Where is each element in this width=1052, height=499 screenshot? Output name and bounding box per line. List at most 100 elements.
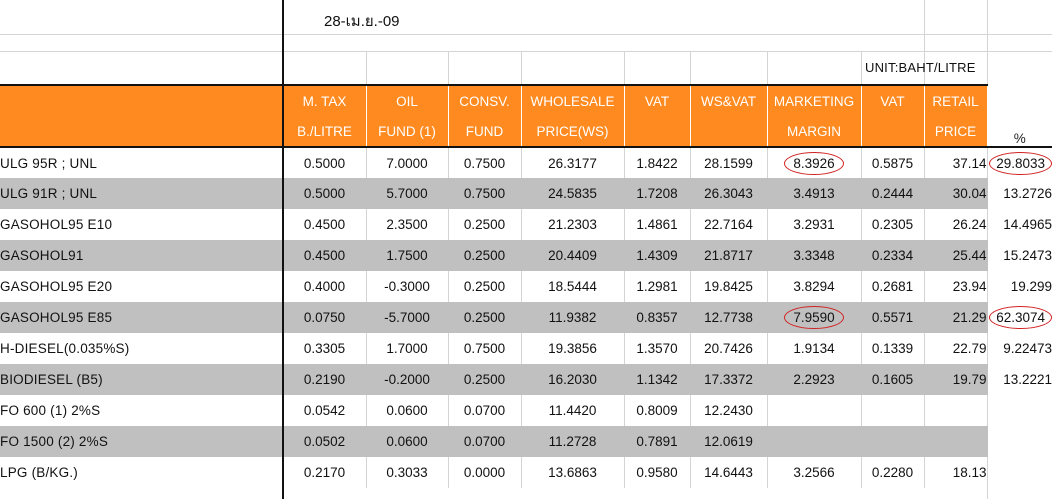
wholesale-cell: 13.6863	[520, 457, 624, 488]
mtax-cell: 0.4500	[282, 240, 366, 271]
product-name-cell: H-DIESEL(0.035%S)	[0, 333, 283, 364]
retail-price-cell: 30.04	[923, 178, 987, 209]
cell-value: 13.2221	[1003, 372, 1052, 387]
header-cell: WHOLESALE	[521, 84, 625, 116]
oilfund-cell: -0.3000	[365, 271, 448, 302]
mtax-cell: 0.3305	[282, 333, 366, 364]
retail-price-cell: 26.24	[923, 209, 987, 240]
cell-value: 0.5875	[871, 155, 914, 171]
cell-value: 0.2305	[871, 217, 914, 232]
cell-value: FO 600 (1) 2%S	[0, 403, 101, 418]
table-row: ULG 95R ; UNL 0.5000 7.0000 0.7500 26.3177 1.…	[0, 147, 1052, 178]
circled-value: 29.8033	[989, 151, 1052, 175]
consv-cell: 0.0700	[447, 426, 521, 457]
circled-value: 7.9590	[784, 306, 844, 329]
cell-value: 3.2931	[793, 217, 835, 232]
vat2-cell	[860, 426, 924, 457]
percent-cell: 13.2726	[986, 178, 1052, 209]
consv-cell: 0.2500	[447, 240, 521, 271]
grid-line	[366, 51, 367, 84]
grid-line	[861, 51, 862, 84]
cell-value: 1.7208	[636, 186, 678, 201]
consv-cell: 0.7500	[447, 178, 521, 209]
cell-value: 26.3177	[548, 155, 597, 171]
oilfund-cell: 2.3500	[365, 209, 448, 240]
mtax-cell: 0.4000	[282, 271, 366, 302]
grid-line	[448, 51, 449, 84]
product-name-cell: FO 600 (1) 2%S	[0, 395, 283, 426]
cell-value: 15.2473	[1003, 248, 1052, 263]
oilfund-cell: 0.3033	[365, 457, 448, 488]
cell-value: 0.0502	[303, 434, 346, 449]
cell-value: 0.8009	[636, 403, 678, 418]
cell-value: 0.5571	[871, 310, 914, 325]
percent-cell: 29.8033	[986, 147, 1052, 178]
table-row: H-DIESEL(0.035%S) 0.3305 1.7000 0.7500 19.38…	[0, 333, 1052, 364]
cell-value: 13.6863	[548, 465, 597, 480]
mtax-cell: 0.5000	[282, 178, 366, 209]
cell-value: 0.4500	[303, 217, 346, 232]
cell-value: 20.4409	[548, 248, 597, 263]
margin-cell	[766, 426, 861, 457]
cell-value: 16.2030	[548, 372, 597, 387]
margin-cell: 3.4913	[766, 178, 861, 209]
grid-line	[521, 51, 522, 84]
consv-cell: 0.0700	[447, 395, 521, 426]
cell-value: 0.2170	[303, 465, 346, 480]
vat-cell: 1.8422	[623, 147, 690, 178]
retail-price-cell	[923, 395, 987, 426]
cell-value: 37.14	[952, 155, 987, 171]
vat2-cell: 0.2305	[860, 209, 924, 240]
circled-value: 62.3074	[989, 306, 1052, 329]
cell-value: 0.9580	[636, 465, 678, 480]
header-cell	[861, 116, 925, 148]
cell-value: 0.2190	[303, 372, 346, 387]
cell-value: 0.2334	[871, 248, 914, 263]
header-cell: PRICE(WS)	[521, 116, 625, 148]
cell-value: 30.04	[952, 186, 987, 201]
header-cell	[0, 84, 284, 116]
wsvat-cell: 21.8717	[689, 240, 767, 271]
percent-cell: 19.299	[986, 271, 1052, 302]
cell-value: 1.3570	[636, 341, 678, 356]
cell-value: 5.7000	[386, 186, 428, 201]
margin-cell: 3.3348	[766, 240, 861, 271]
product-name-cell: GASOHOL95 E85	[0, 302, 283, 333]
retail-price-cell: 25.44	[923, 240, 987, 271]
header-cell: M. TAX	[283, 84, 367, 116]
cell-value: 0.2500	[463, 248, 506, 263]
vat2-cell: 0.1605	[860, 364, 924, 395]
cell-value: -0.2000	[384, 372, 430, 387]
cell-value: 0.2500	[463, 217, 506, 232]
table-row: GASOHOL95 E85 0.0750 -5.7000 0.2500 11.9382 0…	[0, 302, 1052, 333]
margin-cell: 1.9134	[766, 333, 861, 364]
cell-value: 12.2430	[704, 403, 753, 418]
header-cell	[987, 85, 1052, 116]
cell-value: 19.8425	[704, 279, 753, 294]
cell-value: 1.7000	[386, 341, 428, 356]
cell-value: 3.2566	[793, 465, 835, 480]
cell-value: BIODIESEL (B5)	[0, 372, 103, 387]
wholesale-cell: 20.4409	[520, 240, 624, 271]
cell-value: -5.7000	[384, 310, 430, 325]
cell-value: 14.4965	[1003, 217, 1052, 232]
grid-line	[0, 51, 1052, 52]
cell-value: 22.79	[952, 341, 987, 356]
header-row-2: B./LITRE FUND (1) FUND PRICE(WS) MARGIN …	[0, 116, 1052, 148]
vat-cell: 1.2981	[623, 271, 690, 302]
vat-cell: 1.1342	[623, 364, 690, 395]
cell-value: 2.3500	[386, 217, 428, 232]
cell-value: 11.4420	[548, 403, 597, 418]
header-cell: B./LITRE	[283, 116, 367, 148]
wholesale-cell: 11.2728	[520, 426, 624, 457]
cell-value: 21.2303	[548, 217, 597, 232]
grid-line	[0, 34, 1052, 35]
oilfund-cell: 1.7000	[365, 333, 448, 364]
cell-value: -0.3000	[384, 279, 430, 294]
cell-value: 0.7891	[636, 434, 678, 449]
percent-cell: 62.3074	[986, 302, 1052, 333]
cell-value: 0.1339	[871, 341, 914, 356]
cell-value: 12.7738	[704, 310, 753, 325]
wsvat-cell: 12.2430	[689, 395, 767, 426]
consv-cell: 0.2500	[447, 209, 521, 240]
